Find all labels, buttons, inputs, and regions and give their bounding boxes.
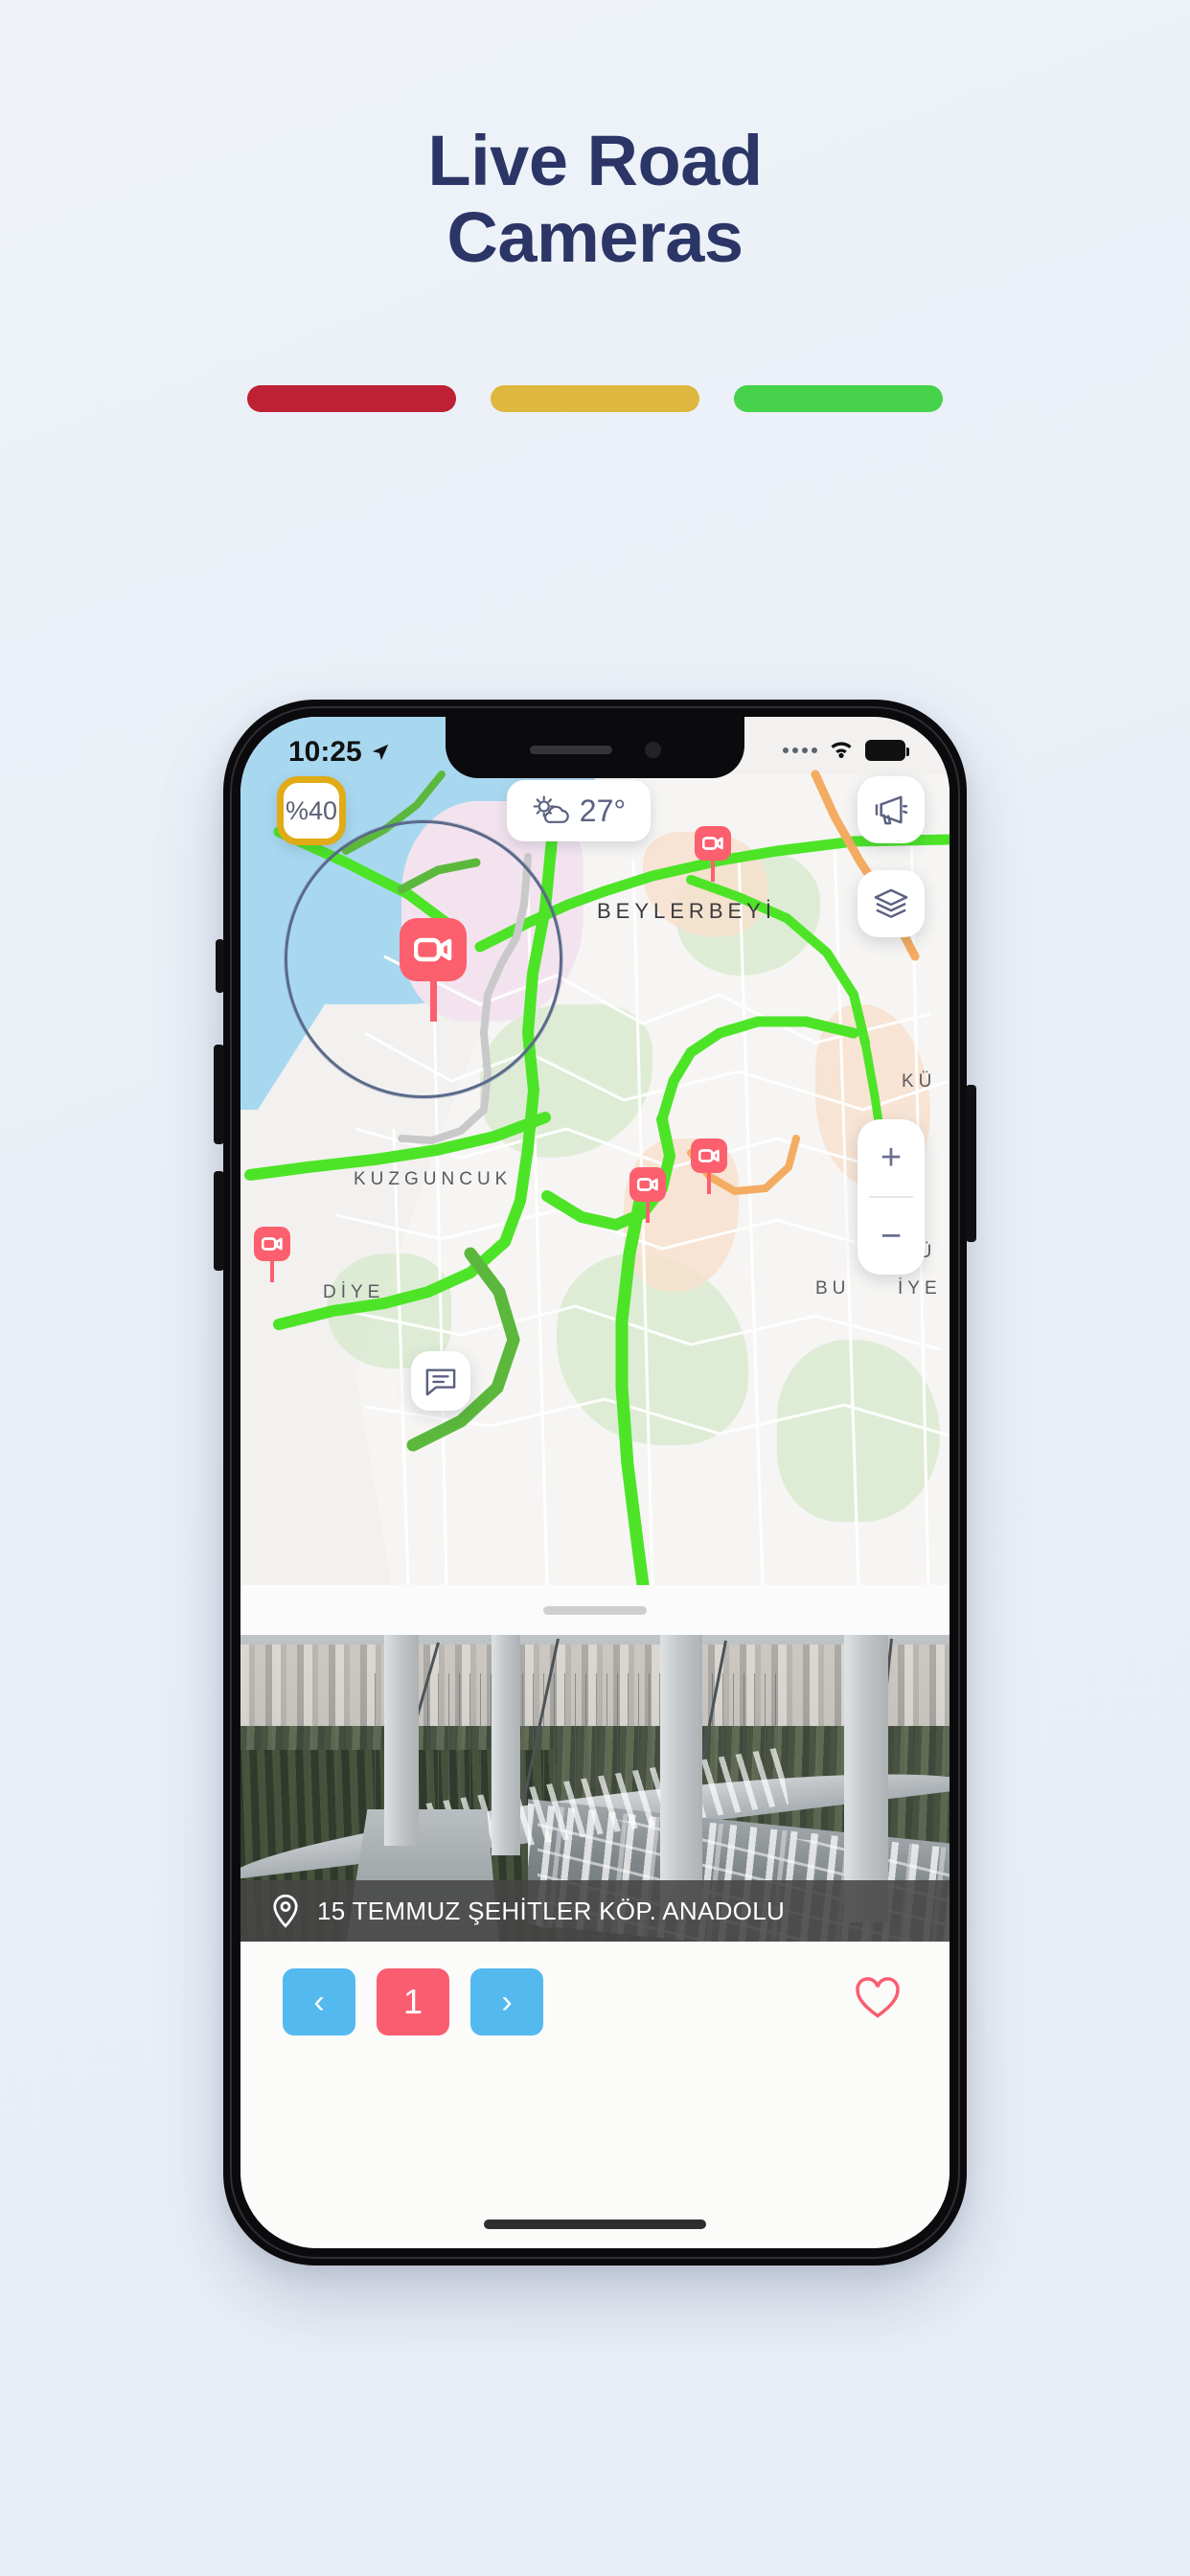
battery-icon [865, 740, 909, 761]
accent-bar-yellow [491, 385, 699, 412]
chat-button[interactable] [411, 1351, 470, 1411]
chat-bubble-icon [425, 1368, 456, 1396]
camera-pin-tail [270, 1261, 274, 1282]
camera-pin-head [691, 1138, 727, 1173]
accent-bar-green [734, 385, 943, 412]
sheet-drag-handle[interactable] [543, 1605, 647, 1615]
status-bar-time-group: 10:25 [288, 736, 391, 769]
weather-chip[interactable]: 27° [507, 780, 651, 841]
camera-index-badge[interactable]: 1 [377, 1968, 449, 2036]
map-label-iye: İYE [898, 1278, 942, 1299]
layers-icon [874, 888, 908, 918]
sheet-drag-strip[interactable] [240, 1585, 950, 1635]
map-label-ku-1: KÜ [902, 1071, 937, 1092]
map-canvas[interactable]: BEYLERBEYİ KUZGUNCUK DİYE KÜ KÜ BU İYE [240, 717, 950, 1585]
camera-pin-tail [646, 1202, 650, 1223]
zoom-in-button[interactable]: + [858, 1119, 925, 1196]
camera-pin[interactable] [254, 1227, 290, 1282]
weather-temperature: 27° [579, 793, 627, 828]
status-bar-time: 10:25 [288, 736, 362, 768]
home-indicator[interactable] [484, 2220, 706, 2229]
bottom-toolbar: ‹ 1 › [240, 1942, 950, 2248]
feed-bridge-tower [384, 1635, 419, 1846]
signal-dots-icon [783, 748, 817, 753]
map-label-bu: BU [815, 1278, 851, 1299]
camera-pin-selected[interactable] [400, 918, 467, 1022]
phone-silent-switch[interactable] [216, 939, 224, 993]
feed-bridge-tower [844, 1635, 888, 1922]
live-camera-feed[interactable]: 15 TEMMUZ ŞEHİTLER KÖP. ANADOLU [240, 1635, 950, 1942]
map-pin-icon [273, 1894, 298, 1928]
heart-icon [856, 1977, 900, 2018]
location-arrow-icon [372, 744, 388, 761]
feed-bridge-tower [492, 1635, 520, 1855]
previous-camera-button[interactable]: ‹ [283, 1968, 355, 2036]
page-title-line-2: Cameras [446, 196, 744, 277]
phone-screen: BEYLERBEYİ KUZGUNCUK DİYE KÜ KÜ BU İYE [240, 717, 950, 2248]
megaphone-icon [875, 795, 908, 825]
map-label-beylerbeyi: BEYLERBEYİ [597, 899, 776, 923]
camera-pin-tail [711, 861, 715, 882]
camera-location-name: 15 TEMMUZ ŞEHİTLER KÖP. ANADOLU [317, 1896, 786, 1925]
camera-pin-head [695, 826, 731, 861]
map-layers-button[interactable] [858, 870, 925, 937]
favorite-button[interactable] [848, 1968, 907, 2028]
camera-pin[interactable] [629, 1167, 666, 1223]
map-label-kuzguncuk: KUZGUNCUK [354, 1169, 513, 1189]
video-camera-icon [698, 1149, 720, 1162]
next-camera-button[interactable]: › [470, 1968, 543, 2036]
phone-power-button[interactable] [966, 1085, 976, 1242]
map-zoom-controls[interactable]: + − [858, 1119, 925, 1275]
camera-pin[interactable] [695, 826, 731, 882]
camera-location-caption: 15 TEMMUZ ŞEHİTLER KÖP. ANADOLU [240, 1880, 950, 1942]
page-title: Live Road Cameras [0, 123, 1190, 276]
accent-bar-red [247, 385, 456, 412]
phone-body: BEYLERBEYİ KUZGUNCUK DİYE KÜ KÜ BU İYE [214, 700, 976, 2266]
traffic-percent-value: %40 [285, 795, 338, 825]
video-camera-icon [414, 937, 452, 962]
sun-behind-cloud-icon [533, 795, 569, 823]
phone-notch [446, 717, 744, 778]
accent-bar-group [0, 385, 1190, 412]
video-camera-icon [702, 837, 723, 850]
phone-volume-down-button[interactable] [214, 1171, 224, 1271]
map-label-diye: DİYE [323, 1282, 385, 1302]
video-camera-icon [262, 1237, 283, 1251]
feed-bridge-tower [660, 1635, 702, 1913]
wifi-icon [831, 742, 852, 758]
status-bar-indicators [783, 740, 909, 761]
phone-mockup: BEYLERBEYİ KUZGUNCUK DİYE KÜ KÜ BU İYE [214, 700, 976, 2266]
video-camera-icon [637, 1178, 658, 1191]
camera-pin[interactable] [691, 1138, 727, 1194]
camera-pin-head [629, 1167, 666, 1202]
camera-pin-tail [707, 1173, 711, 1194]
earpiece-speaker [529, 745, 612, 754]
zoom-out-button[interactable]: − [858, 1198, 925, 1275]
camera-pin-tail [429, 981, 437, 1022]
phone-volume-up-button[interactable] [214, 1045, 224, 1144]
camera-pin-head [400, 918, 467, 981]
front-camera [644, 741, 661, 758]
page-title-line-1: Live Road [427, 121, 763, 200]
camera-pin-head [254, 1227, 290, 1261]
